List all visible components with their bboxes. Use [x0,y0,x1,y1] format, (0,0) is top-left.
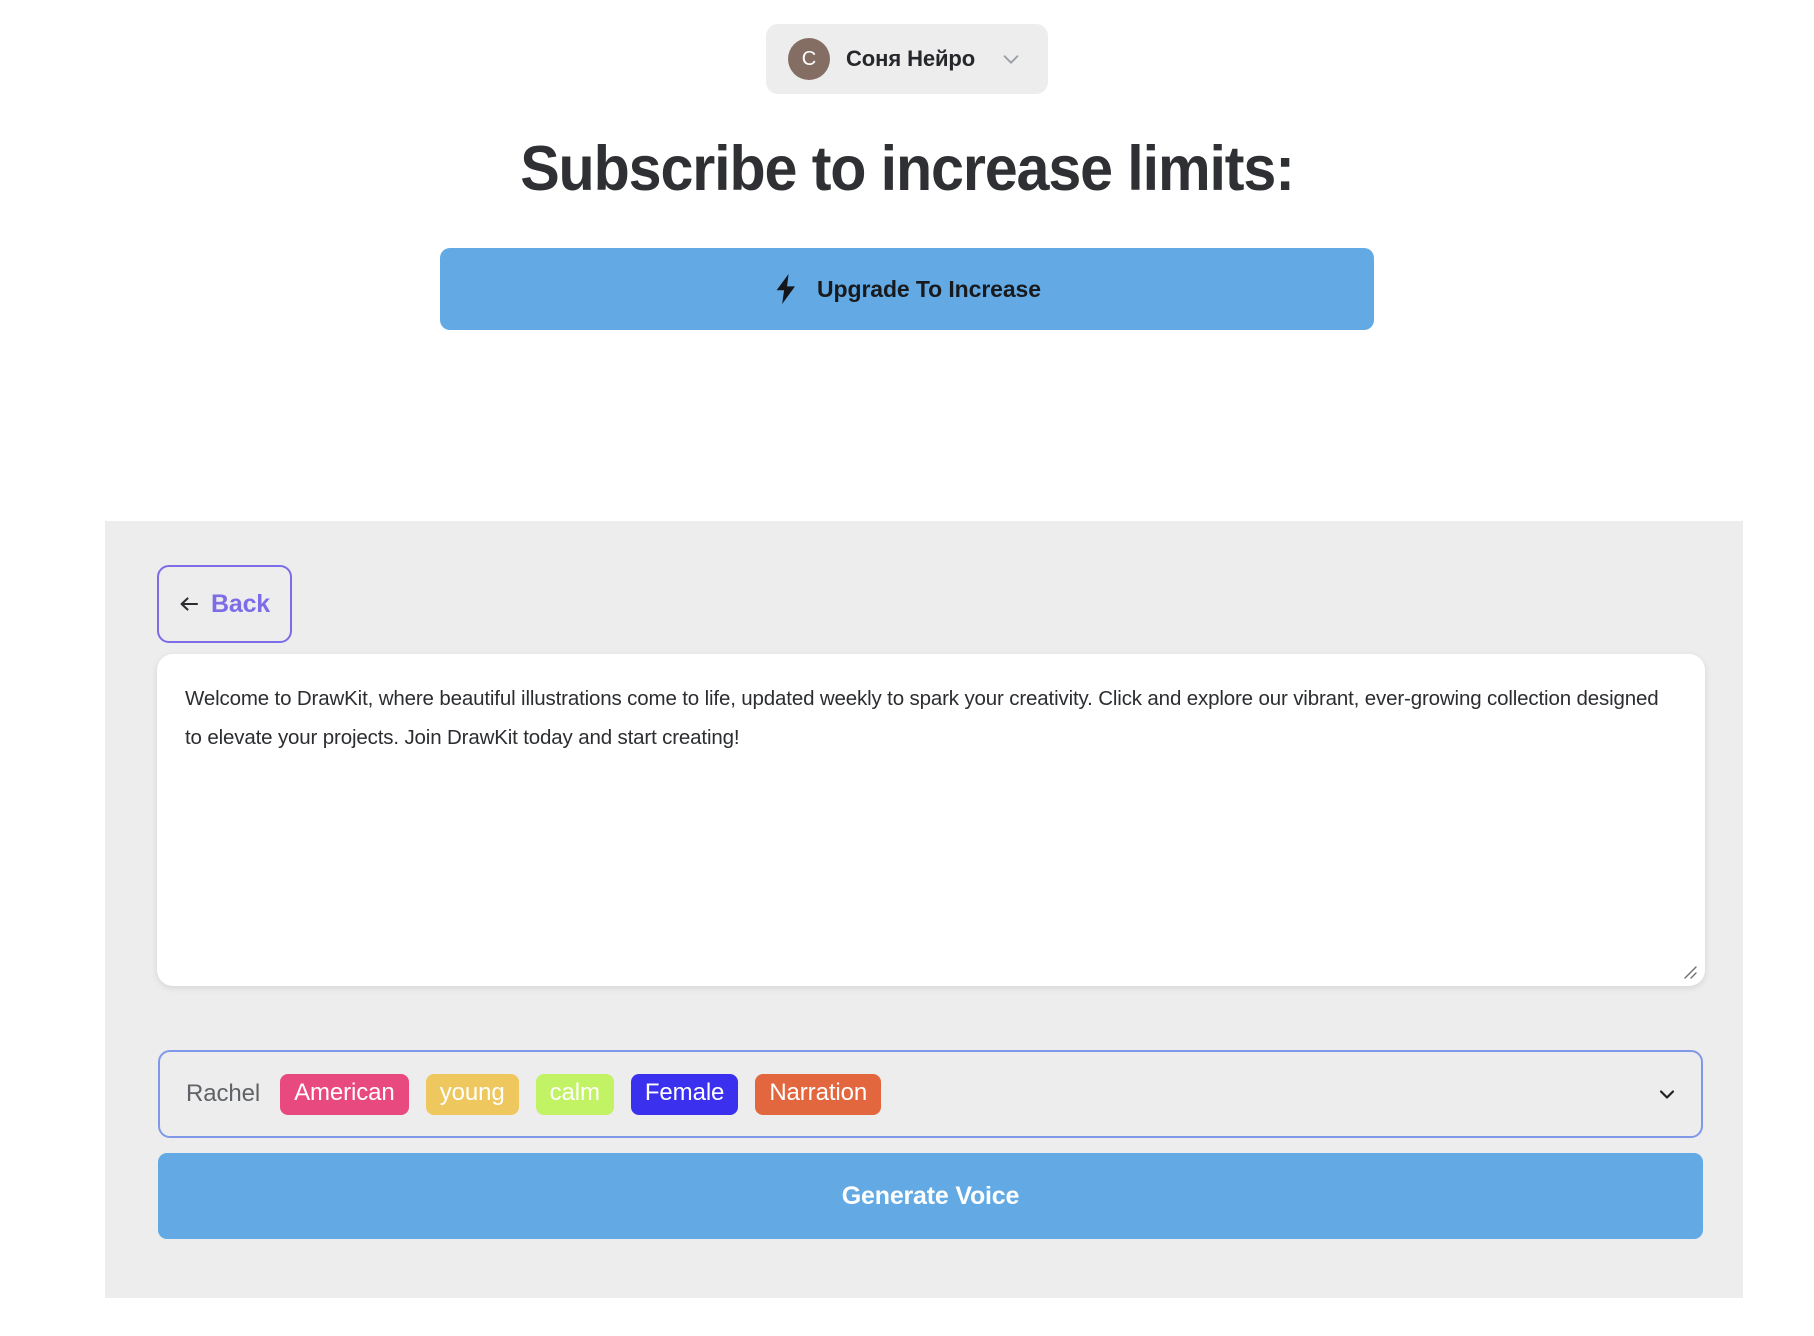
script-textarea[interactable] [157,654,1705,986]
arrow-left-icon [179,595,199,613]
voice-name: Rachel [186,1080,261,1107]
voice-tag-usecase: Narration [755,1073,882,1115]
account-bar: C Соня Нейро [0,0,1814,94]
voice-tag-list: American young calm Female Narration [280,1073,882,1115]
account-name: Соня Нейро [846,46,976,71]
upgrade-button-label: Upgrade To Increase [817,275,1041,302]
chevron-down-icon[interactable] [1655,1082,1679,1106]
voice-select[interactable]: Rachel American young calm Female Narrat… [158,1050,1703,1138]
avatar: C [788,38,830,80]
upgrade-button[interactable]: Upgrade To Increase [440,248,1374,331]
voice-tag-mood: calm [535,1073,614,1115]
account-menu-button[interactable]: C Соня Нейро [766,24,1048,94]
upgrade-section: Upgrade To Increase [0,248,1814,331]
voice-tag-gender: Female [630,1073,739,1115]
script-textarea-wrapper [157,654,1705,986]
lightning-bolt-icon [773,274,799,305]
back-button[interactable]: Back [157,565,292,643]
back-button-label: Back [211,589,270,618]
voice-tag-accent: American [280,1073,409,1115]
page-title: Subscribe to increase limits: [520,134,1295,204]
chevron-down-icon[interactable] [1000,48,1022,70]
voice-tag-age: young [425,1073,519,1115]
generate-voice-button[interactable]: Generate Voice [158,1153,1703,1239]
